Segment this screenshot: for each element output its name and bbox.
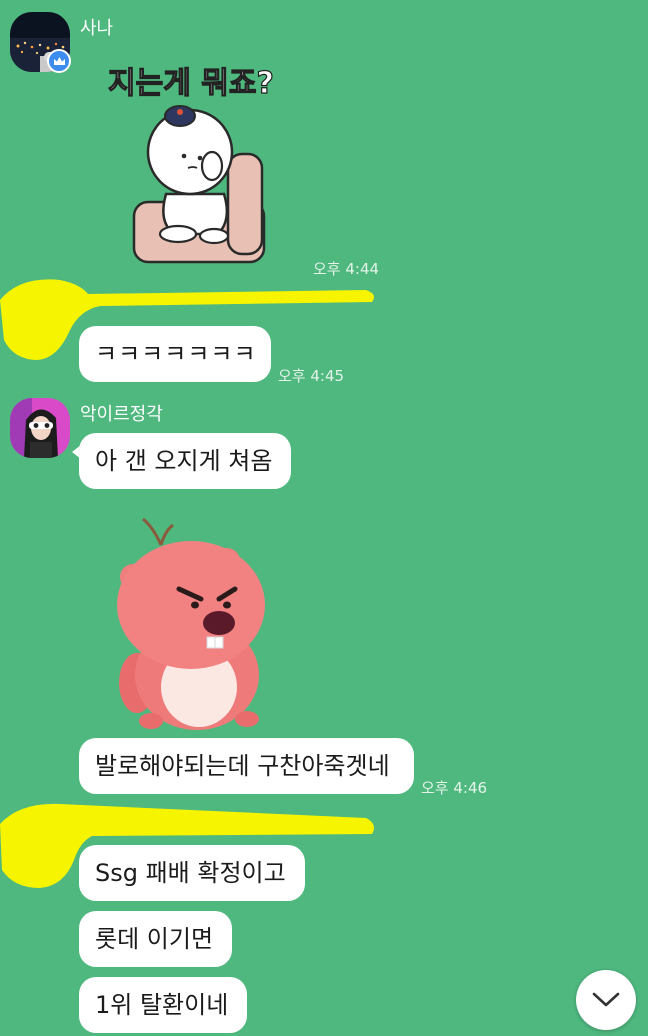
message-bubble-valorant[interactable]: 발로해야되는데 구찬아죽겟네	[79, 738, 414, 794]
sticker-text: 지는게 뭐죠?	[107, 65, 274, 101]
timestamp-3: 오후 4:46	[421, 779, 488, 797]
girl-avatar-icon	[10, 398, 70, 458]
sender2-name: 악이르정각	[80, 404, 163, 425]
message-text: Ssg 패배 확정이고	[95, 859, 286, 887]
scroll-to-bottom-button[interactable]	[576, 970, 636, 1030]
message-text: 1위 탈환이네	[95, 991, 229, 1019]
message-bubble-lotte[interactable]: 롯데 이기면	[79, 911, 232, 967]
message-text: 발로해야되는데 구찬아죽겟네	[95, 752, 390, 780]
pink-beaver-loopy-sticker[interactable]	[115, 515, 275, 730]
message-text: 롯데 이기면	[95, 925, 214, 953]
avatar-sender2[interactable]	[10, 398, 70, 458]
message-text: 아 갠 오지게 쳐옴	[95, 447, 273, 475]
sender1-name: 사나	[80, 18, 114, 39]
message-bubble-first[interactable]: 1위 탈환이네	[79, 977, 247, 1033]
message-bubble-ssg[interactable]: Ssg 패배 확정이고	[79, 845, 305, 901]
timestamp-2: 오후 4:45	[278, 367, 345, 385]
message-bubble-kkk[interactable]: ㅋㅋㅋㅋㅋㅋㅋ	[79, 326, 271, 382]
bald-character-armchair-sticker[interactable]	[128, 102, 268, 268]
message-bubble-a[interactable]: 아 갠 오지게 쳐옴	[72, 433, 291, 489]
message-text: ㅋㅋㅋㅋㅋㅋㅋ	[95, 340, 257, 368]
chevron-down-icon	[592, 992, 620, 1007]
crown-badge-icon	[47, 49, 71, 73]
